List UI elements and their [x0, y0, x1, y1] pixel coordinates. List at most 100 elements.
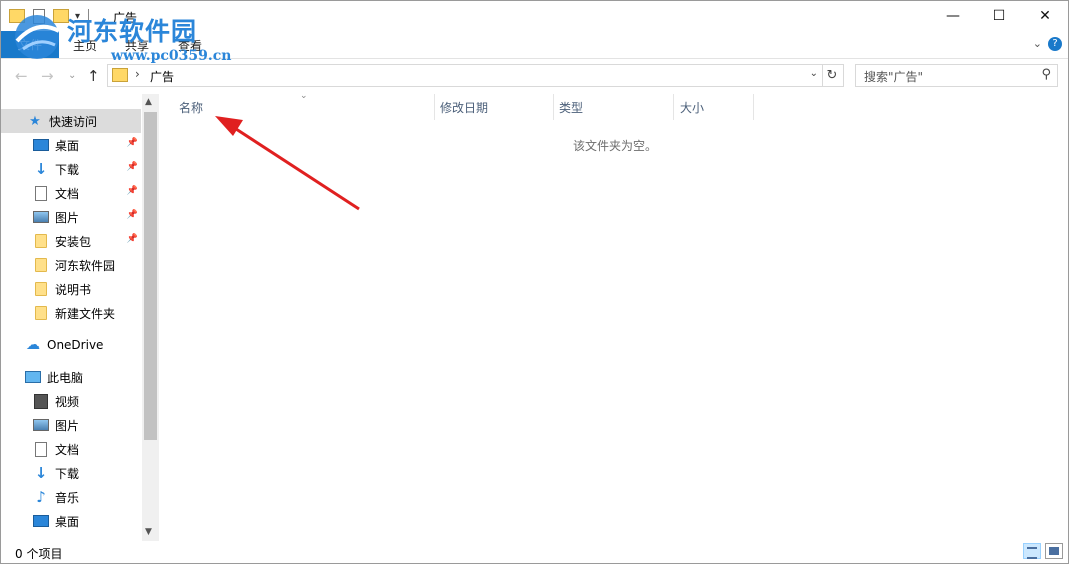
column-header-name[interactable]: 名称 [179, 94, 203, 120]
nav-label: 图片 [55, 418, 80, 433]
scroll-down-icon[interactable]: ▼ [145, 527, 152, 537]
nav-label: 文档 [55, 186, 80, 201]
nav-onedrive[interactable]: ☁ OneDrive [1, 333, 141, 357]
picture-icon [33, 417, 49, 433]
download-icon: ↓ [34, 464, 48, 482]
column-divider[interactable] [673, 94, 674, 120]
maximize-button[interactable]: ☐ [976, 1, 1022, 31]
back-button[interactable]: ← [15, 67, 28, 85]
large-icons-view-button[interactable] [1045, 543, 1063, 559]
expand-ribbon-icon[interactable]: ⌄ [1033, 37, 1042, 50]
nav-label: 桌面 [55, 138, 80, 153]
help-icon[interactable]: ? [1048, 37, 1062, 51]
nav-label: 文档 [55, 442, 80, 457]
nav-this-pc[interactable]: 此电脑 [1, 365, 141, 389]
desktop-icon [33, 137, 49, 153]
forward-button[interactable]: → [41, 67, 54, 85]
nav-label: OneDrive [47, 338, 104, 352]
cloud-icon: ☁ [26, 337, 40, 353]
nav-scrollbar[interactable]: ▲ ▼ [142, 94, 159, 541]
picture-icon [33, 209, 49, 225]
details-view-icon [1027, 547, 1037, 559]
nav-item[interactable]: ↓ 下载 [1, 461, 141, 485]
music-icon: ♪ [36, 488, 46, 506]
file-list: ⌄ 名称 修改日期 类型 大小 该文件夹为空。 [159, 91, 1068, 541]
nav-label: 桌面 [55, 514, 80, 529]
nav-item[interactable]: ↓ 下载 📌 [1, 157, 141, 181]
explorer-window: ▾ 广告 — ☐ ✕ 文件 主页 共享 查看 ⌄ ? 河东软件园 www.pc0… [0, 0, 1069, 564]
nav-item[interactable]: 文档 📌 [1, 181, 141, 205]
refresh-button[interactable]: ↻ [821, 64, 844, 87]
folder-icon [33, 233, 49, 249]
nav-label: 下载 [55, 162, 80, 177]
pin-icon[interactable]: 📌 [127, 186, 138, 196]
address-dropdown-button[interactable]: ⌄ [810, 68, 818, 79]
column-divider[interactable] [753, 94, 754, 120]
column-header-size[interactable]: 大小 [680, 94, 704, 120]
column-divider[interactable] [434, 94, 435, 120]
computer-icon [25, 369, 41, 385]
empty-folder-message: 该文件夹为空。 [573, 139, 658, 153]
column-header-type[interactable]: 类型 [559, 94, 583, 120]
breadcrumb-separator[interactable]: › [135, 67, 140, 81]
nav-label: 视频 [55, 394, 80, 409]
nav-quick-access[interactable]: ★ 快速访问 [1, 109, 141, 133]
video-icon [33, 393, 49, 409]
nav-item[interactable]: 安装包 📌 [1, 229, 141, 253]
nav-label: 音乐 [55, 490, 80, 505]
search-icon[interactable]: ⚲ [1041, 67, 1051, 82]
nav-item[interactable]: 桌面 [1, 509, 141, 533]
pin-icon[interactable]: 📌 [127, 138, 138, 148]
pin-icon[interactable]: 📌 [127, 162, 138, 172]
nav-item[interactable]: 说明书 [1, 277, 141, 301]
folder-icon [33, 281, 49, 297]
address-bar[interactable]: › 广告 ⌄ [107, 64, 823, 87]
nav-item[interactable]: 图片 [1, 413, 141, 437]
pin-icon[interactable]: 📌 [127, 234, 138, 244]
nav-label: 河东软件园 [55, 258, 116, 273]
navigation-pane: ★ 快速访问 桌面 📌 ↓ 下载 📌 文档 📌 图片 📌 安装包 📌 河东软件园说明书新建文件夹 ☁ … [1, 94, 159, 541]
nav-label: 下载 [55, 466, 80, 481]
nav-item[interactable]: 河东软件园 [1, 253, 141, 277]
folder-icon [33, 257, 49, 273]
minimize-button[interactable]: — [930, 1, 976, 31]
watermark-title: 河东软件园 [67, 17, 198, 46]
nav-label: 图片 [55, 210, 80, 225]
desktop-icon [33, 513, 49, 529]
nav-label: 此电脑 [47, 370, 84, 385]
nav-label: 说明书 [55, 282, 92, 297]
column-divider[interactable] [553, 94, 554, 120]
item-count: 0 个项目 [15, 547, 63, 561]
details-view-button[interactable] [1023, 543, 1041, 559]
status-bar: 0 个项目 [1, 541, 1068, 563]
breadcrumb-current[interactable]: 广告 [150, 68, 174, 85]
nav-item[interactable]: 文档 [1, 437, 141, 461]
large-icons-view-icon [1049, 547, 1059, 555]
scrollbar-thumb[interactable] [144, 112, 157, 440]
nav-item[interactable]: 图片 📌 [1, 205, 141, 229]
nav-item[interactable]: 视频 [1, 389, 141, 413]
nav-item[interactable]: 桌面 📌 [1, 133, 141, 157]
close-button[interactable]: ✕ [1022, 1, 1068, 31]
pin-icon[interactable]: 📌 [127, 210, 138, 220]
scroll-up-icon[interactable]: ▲ [145, 97, 152, 107]
nav-item[interactable]: 新建文件夹 [1, 301, 141, 325]
folder-icon [33, 305, 49, 321]
recent-locations-button[interactable]: ⌄ [68, 70, 76, 81]
navigation-bar: ← → ⌄ ↑ › 广告 ⌄ ↻ 搜索"广告" ⚲ [1, 61, 1068, 89]
document-icon [33, 185, 49, 201]
star-icon: ★ [29, 113, 41, 129]
up-button[interactable]: ↑ [87, 67, 100, 85]
nav-item[interactable]: ♪ 音乐 [1, 485, 141, 509]
watermark-logo-icon [15, 15, 60, 59]
search-box[interactable]: 搜索"广告" ⚲ [855, 64, 1058, 87]
nav-label: 快速访问 [49, 114, 98, 129]
folder-icon [112, 68, 128, 82]
column-header-date[interactable]: 修改日期 [440, 94, 488, 120]
document-icon [33, 441, 49, 457]
download-icon: ↓ [34, 160, 48, 178]
nav-label: 安装包 [55, 234, 92, 249]
nav-label: 新建文件夹 [55, 306, 116, 321]
search-input[interactable]: 搜索"广告" [864, 68, 923, 85]
sort-chevron-icon: ⌄ [300, 91, 308, 101]
